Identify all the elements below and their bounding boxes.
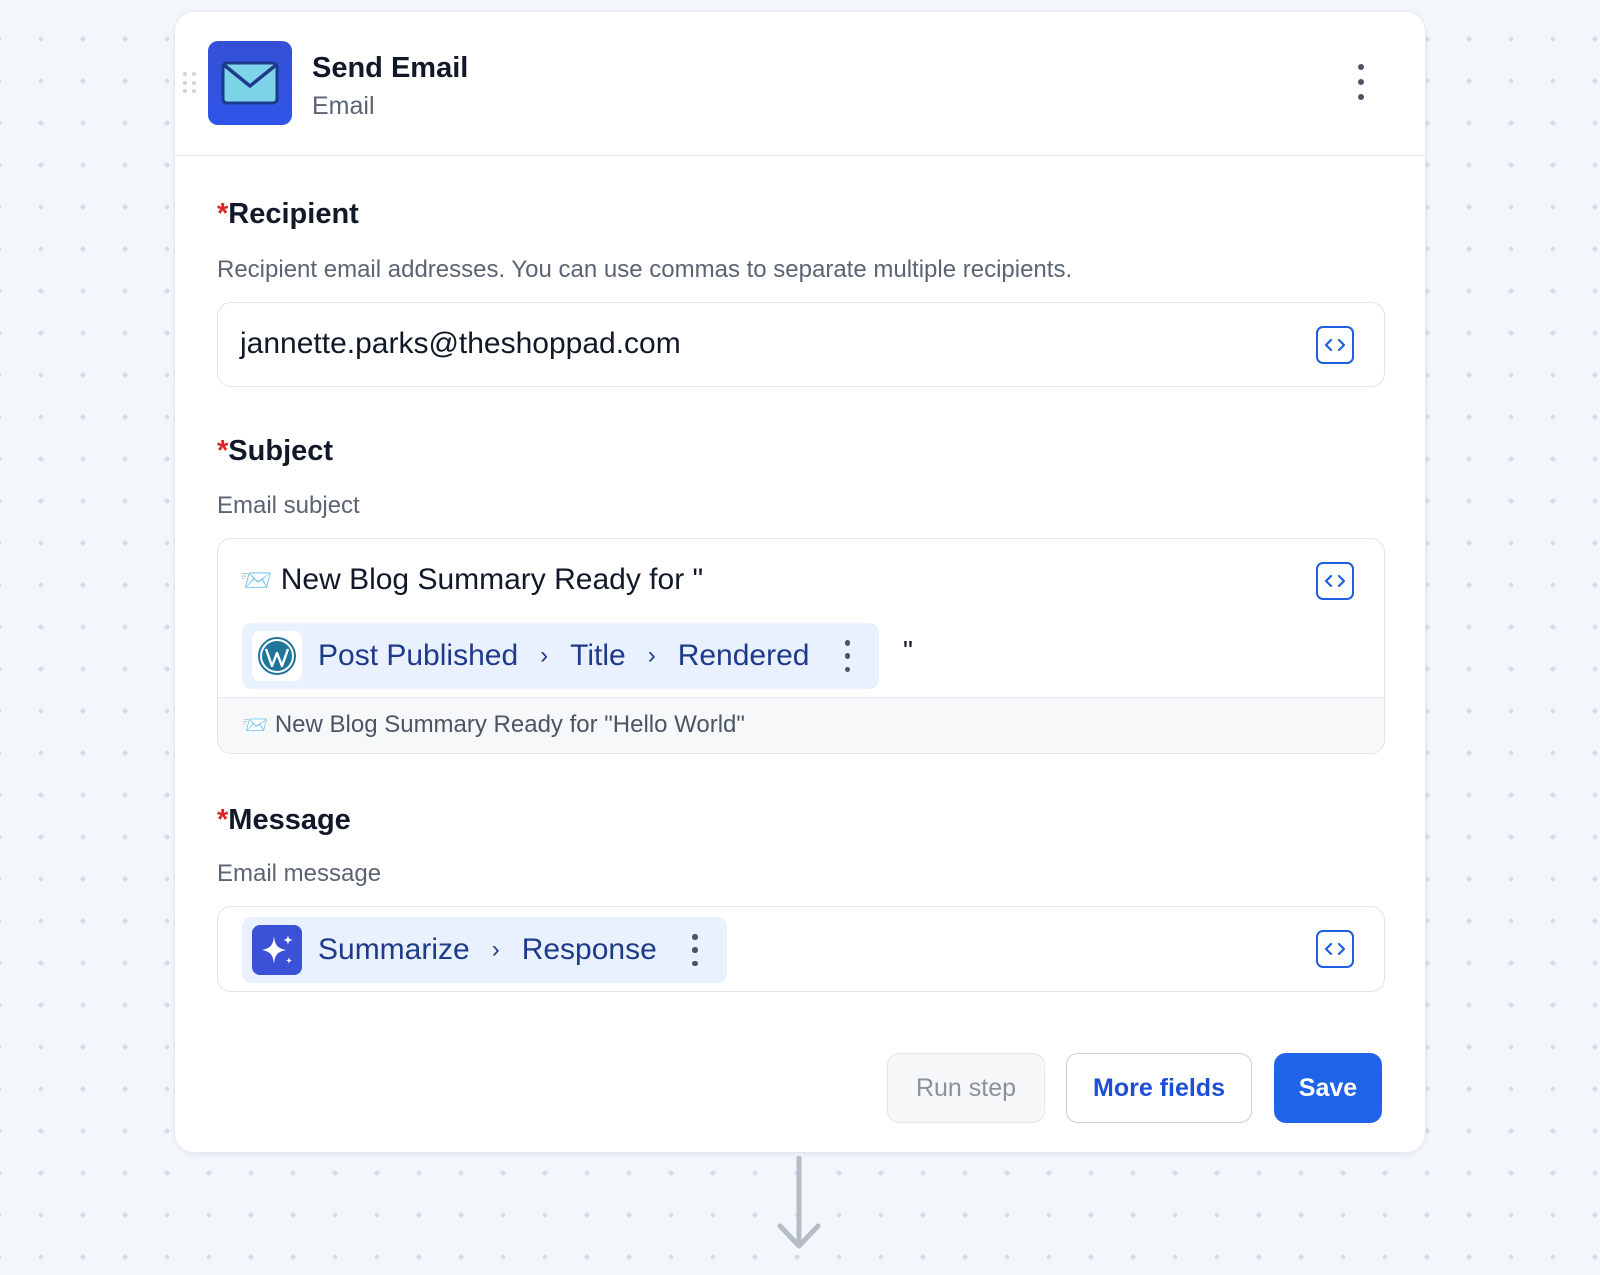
message-variable-pill[interactable]: Summarize › Response (242, 917, 727, 983)
subject-label: *Subject (217, 435, 333, 468)
more-fields-button[interactable]: More fields (1066, 1053, 1252, 1123)
subject-input[interactable]: 📨 New Blog Summary Ready for " Post Publ… (217, 538, 1385, 754)
required-mark: * (217, 804, 229, 836)
subject-variable-pill[interactable]: Post Published › Title › Rendered (242, 623, 880, 689)
subject-preview-text: New Blog Summary Ready for "Hello World" (274, 711, 745, 738)
pill-menu-icon[interactable] (691, 934, 699, 966)
step-header: Send Email Email (175, 12, 1425, 156)
run-step-button[interactable]: Run step (887, 1053, 1045, 1123)
step-card: Send Email Email *Recipient Recipient em… (174, 11, 1426, 1153)
envelope-icon (208, 41, 292, 125)
message-input[interactable]: Summarize › Response (217, 906, 1385, 992)
message-label-text: Message (228, 804, 351, 836)
recipient-input[interactable]: jannette.parks@theshoppad.com (217, 302, 1385, 387)
recipient-help: Recipient email addresses. You can use c… (217, 256, 1073, 283)
code-toggle-icon[interactable] (1316, 326, 1354, 364)
message-help: Email message (217, 860, 382, 887)
required-mark: * (217, 435, 229, 467)
ai-sparkle-icon (252, 925, 302, 975)
step-app-name: Email (312, 92, 375, 120)
wordpress-icon (252, 631, 302, 681)
save-button[interactable]: Save (1274, 1053, 1382, 1123)
recipient-label-text: Recipient (228, 198, 359, 230)
pill-segment: Rendered (677, 639, 810, 672)
code-toggle-icon[interactable] (1316, 930, 1354, 968)
drag-handle-icon[interactable] (183, 72, 197, 94)
pill-segment: Title (570, 639, 626, 672)
recipient-label: *Recipient (217, 198, 359, 231)
subject-prefix-text: New Blog Summary Ready for " (280, 563, 704, 596)
required-mark: * (217, 198, 229, 230)
subject-text-line[interactable]: 📨 New Blog Summary Ready for " (240, 563, 703, 597)
pill-segment: Response (521, 933, 657, 966)
subject-suffix-text[interactable]: " (903, 635, 913, 667)
pill-segment: Post Published (318, 639, 519, 672)
chevron-right-icon: › (491, 936, 500, 963)
incoming-envelope-icon: 📨 (240, 566, 273, 596)
arrow-down-icon (777, 1156, 821, 1249)
subject-preview: 📨 New Blog Summary Ready for "Hello Worl… (218, 697, 1384, 753)
step-menu-icon[interactable] (1349, 64, 1373, 100)
recipient-value[interactable]: jannette.parks@theshoppad.com (240, 327, 681, 361)
incoming-envelope-icon: 📨 (242, 713, 269, 737)
pill-menu-icon[interactable] (843, 640, 851, 672)
code-toggle-icon[interactable] (1316, 562, 1354, 600)
chevron-right-icon: › (647, 642, 656, 669)
step-title: Send Email (312, 52, 469, 84)
chevron-right-icon: › (540, 642, 549, 669)
message-label: *Message (217, 804, 351, 837)
subject-label-text: Subject (228, 435, 334, 467)
subject-help: Email subject (217, 492, 360, 519)
pill-segment: Summarize (318, 933, 470, 966)
